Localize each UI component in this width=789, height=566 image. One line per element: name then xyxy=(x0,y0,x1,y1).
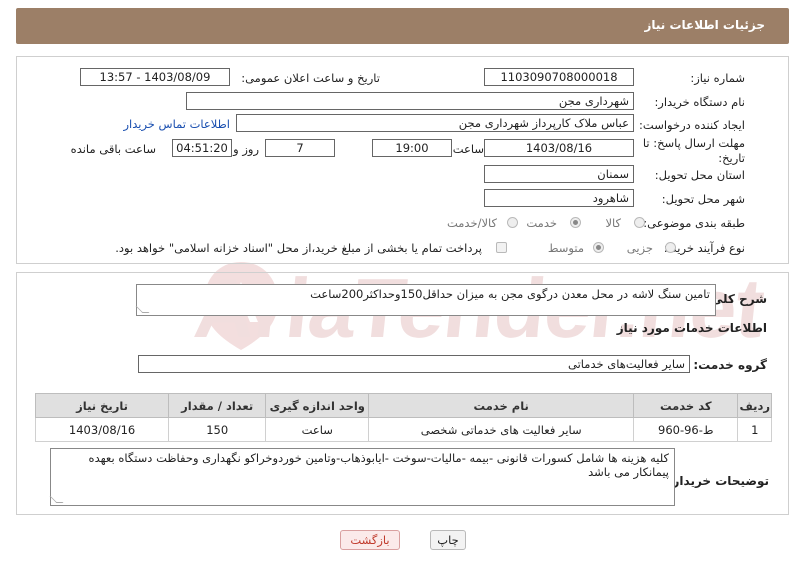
col-code: کد خدمت xyxy=(633,393,739,418)
col-index: ردیف xyxy=(737,393,772,418)
resize-grip-icon xyxy=(49,496,64,503)
buyer-notes-textarea: کلیه هزینه ها شامل کسورات قانونی -بیمه -… xyxy=(49,448,675,506)
deadline-time-label: ساعت xyxy=(452,142,484,156)
deadline-time-field: 19:00 xyxy=(372,139,452,157)
requester-field: عباس ملاک کارپرداز شهرداری مجن xyxy=(236,114,634,132)
print-button[interactable]: چاپ xyxy=(430,530,466,550)
cell-date: 1403/08/16 xyxy=(34,417,170,442)
cell-name: سایر فعالیت های خدماتی شخصی xyxy=(368,417,635,442)
days-label: روز و xyxy=(233,142,259,156)
category-option-goods: کالا xyxy=(605,216,621,230)
deadline-label: مهلت ارسال پاسخ: تا تاریخ: xyxy=(642,136,745,165)
cell-index: 1 xyxy=(737,417,772,442)
days-field: 7 xyxy=(265,139,335,157)
process-option-minor: جزیی xyxy=(626,241,653,255)
buyer-org-field: شهرداری مجن xyxy=(186,92,634,110)
category-radio-goods-service[interactable] xyxy=(507,217,518,228)
cell-qty: 150 xyxy=(168,417,267,442)
province-label: استان محل تحویل: xyxy=(654,168,745,182)
announce-label: تاریخ و ساعت اعلان عمومی: xyxy=(241,71,380,85)
col-date: تاریخ نیاز xyxy=(34,393,170,418)
city-field: شاهرود xyxy=(484,189,634,207)
process-radio-medium[interactable] xyxy=(593,242,604,253)
buyer-notes-text: کلیه هزینه ها شامل کسورات قانونی -بیمه -… xyxy=(88,451,669,479)
back-button[interactable]: بازگشت xyxy=(340,530,400,550)
announce-datetime-field: 1403/08/09 - 13:57 xyxy=(80,68,230,86)
category-radio-goods[interactable] xyxy=(634,217,645,228)
cell-code: ط-96-960 xyxy=(633,417,739,442)
services-table: ردیف کد خدمت نام خدمت واحد اندازه گیری ت… xyxy=(34,393,772,442)
service-group-label: گروه خدمت: xyxy=(693,358,767,372)
col-qty: تعداد / مقدار xyxy=(168,393,267,418)
category-radio-service[interactable] xyxy=(570,217,581,228)
category-option-goods-service: کالا/خدمت xyxy=(446,216,497,230)
buyer-contact-link[interactable]: اطلاعات تماس خریدار xyxy=(123,117,230,131)
category-option-service: خدمت xyxy=(526,216,557,230)
services-section-title: اطلاعات خدمات مورد نیاز xyxy=(616,321,767,335)
resize-grip-icon xyxy=(135,306,150,313)
remaining-label: ساعت باقی مانده xyxy=(70,142,156,156)
service-group-field: سایر فعالیت‌های خدماتی xyxy=(138,355,690,373)
description-textarea: تامین سنگ لاشه در محل معدن درگوی مجن به … xyxy=(135,284,716,316)
treasury-checkbox[interactable] xyxy=(496,242,507,253)
process-radio-minor[interactable] xyxy=(665,242,676,253)
page-title: جزئیات اطلاعات نیاز xyxy=(644,18,765,32)
need-number-field: 1103090708000018 xyxy=(484,68,634,86)
buyer-notes-label: توضیحات خریدار: xyxy=(667,474,769,488)
col-unit: واحد اندازه گیری xyxy=(265,393,370,418)
table-header-row: ردیف کد خدمت نام خدمت واحد اندازه گیری ت… xyxy=(34,393,772,418)
requester-label: ایجاد کننده درخواست: xyxy=(639,118,745,132)
process-option-medium: متوسط xyxy=(547,241,584,255)
remaining-time-field: 04:51:20 xyxy=(172,139,232,157)
deadline-date-field: 1403/08/16 xyxy=(484,139,634,157)
buyer-org-label: نام دستگاه خریدار: xyxy=(654,95,745,109)
city-label: شهر محل تحویل: xyxy=(661,192,745,206)
page-header: جزئیات اطلاعات نیاز xyxy=(16,8,789,44)
col-name: نام خدمت xyxy=(368,393,635,418)
need-number-label: شماره نیاز: xyxy=(690,71,745,85)
province-field: سمنان xyxy=(484,165,634,183)
cell-unit: ساعت xyxy=(265,417,370,442)
category-label: طبقه بندی موضوعی: xyxy=(643,216,745,230)
description-text: تامین سنگ لاشه در محل معدن درگوی مجن به … xyxy=(310,287,710,301)
treasury-note: پرداخت تمام یا بخشی از مبلغ خرید،از محل … xyxy=(115,241,482,255)
table-row: 1 ط-96-960 سایر فعالیت های خدماتی شخصی س… xyxy=(34,417,772,442)
